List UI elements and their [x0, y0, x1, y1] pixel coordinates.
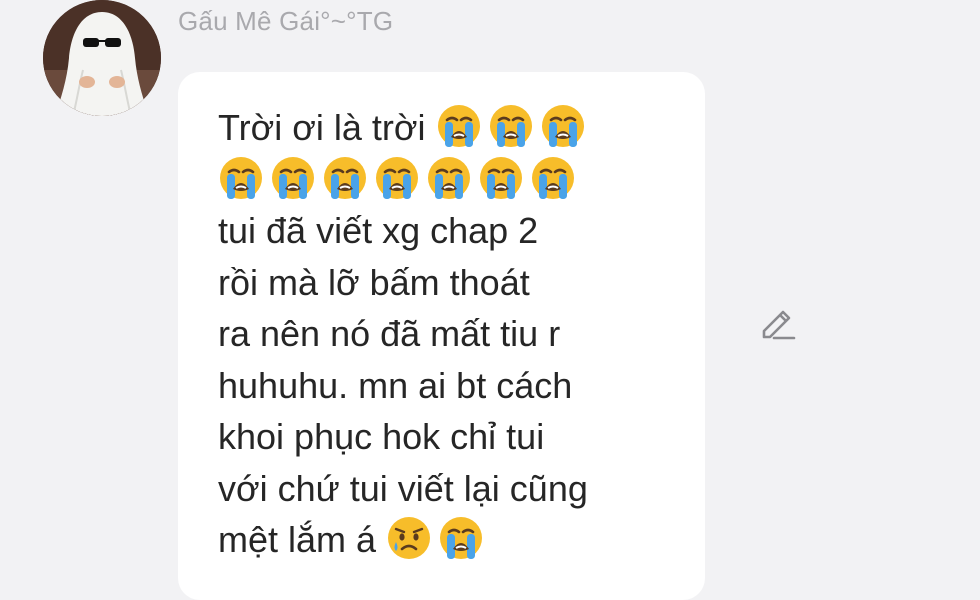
- loudly-crying-face-icon: [540, 103, 586, 149]
- loudly-crying-face-icon: [478, 155, 524, 201]
- sender-name[interactable]: Gấu Mê Gái°~°TG: [178, 6, 393, 37]
- loudly-crying-face-icon: [438, 515, 484, 561]
- message-text: Trời ơi là trời tui đã viết xg chap 2 rồ…: [218, 102, 688, 566]
- loudly-crying-face-icon: [374, 155, 420, 201]
- message-line: với chứ tui viết lại cũng: [218, 463, 688, 515]
- message-line-text: Trời ơi là trời: [218, 107, 426, 148]
- message-line: mệt lắm á: [218, 514, 688, 566]
- message-line-text: khoi phục hok chỉ tui: [218, 416, 545, 457]
- loudly-crying-face-icon: [488, 103, 534, 149]
- loudly-crying-face-icon: [530, 155, 576, 201]
- message-line: Trời ơi là trời: [218, 102, 688, 154]
- message-line: [218, 154, 688, 206]
- ghost-sunglasses-avatar-icon: [43, 0, 161, 116]
- message-line-text: huhuhu. mn ai bt cách: [218, 364, 573, 406]
- loudly-crying-face-icon: [436, 103, 482, 149]
- loudly-crying-face-icon: [426, 155, 472, 201]
- pencil-edit-icon: [762, 310, 796, 340]
- message-line: tui đã viết xg chap 2: [218, 205, 688, 257]
- loudly-crying-face-icon: [270, 155, 316, 201]
- message-line-text: ra nên nó đã mất tiu r: [218, 313, 561, 354]
- message-line-text: tui đã viết xg chap 2: [218, 210, 539, 251]
- message-line-text: với chứ tui viết lại cũng: [218, 467, 588, 509]
- edit-button[interactable]: [756, 301, 798, 343]
- message-line-text: rồi mà lỡ bấm thoát: [218, 261, 530, 303]
- message-line: rồi mà lỡ bấm thoát: [218, 257, 688, 309]
- message-line: ra nên nó đã mất tiu r: [218, 308, 688, 360]
- crying-face-icon: [386, 515, 432, 561]
- loudly-crying-face-icon: [322, 155, 368, 201]
- sender-avatar[interactable]: [43, 0, 161, 116]
- loudly-crying-face-icon: [218, 155, 264, 201]
- message-line: khoi phục hok chỉ tui: [218, 411, 688, 463]
- message-line: huhuhu. mn ai bt cách: [218, 360, 688, 412]
- message-line-text: mệt lắm á: [218, 519, 377, 560]
